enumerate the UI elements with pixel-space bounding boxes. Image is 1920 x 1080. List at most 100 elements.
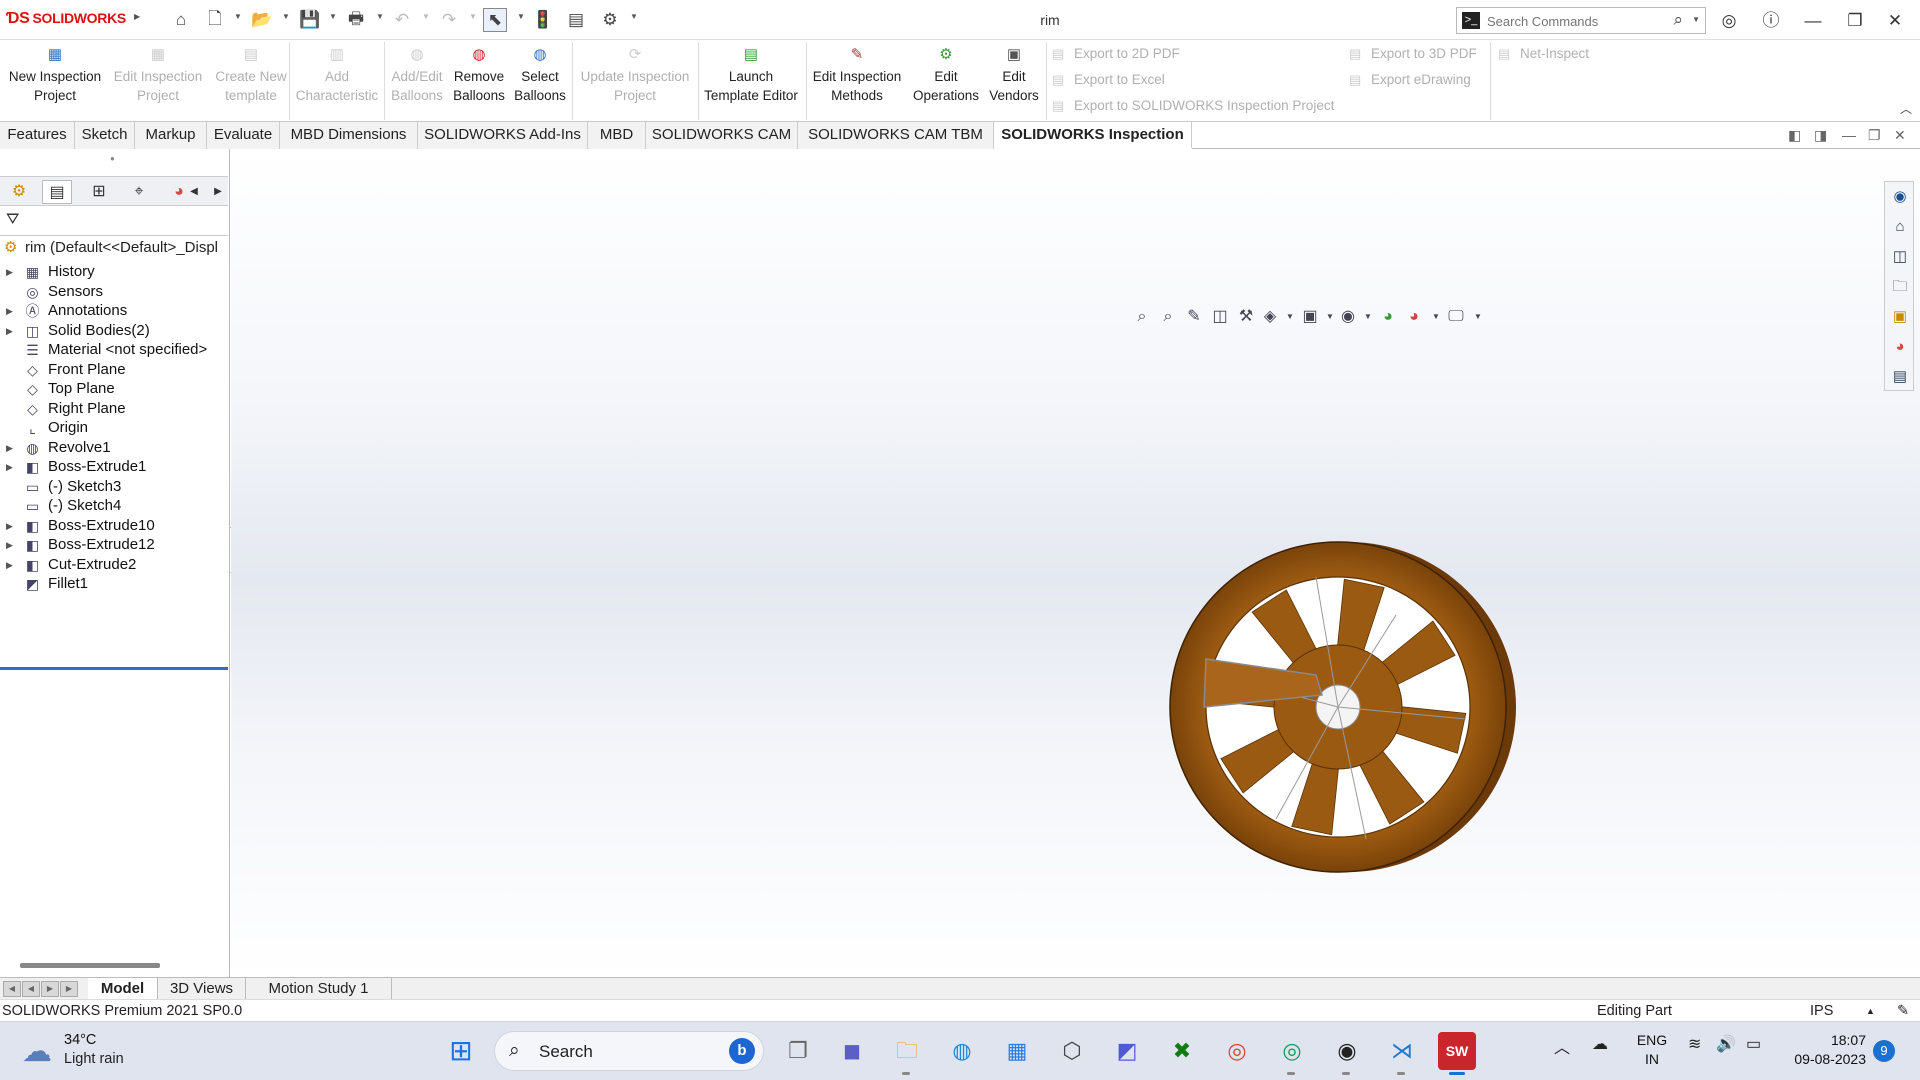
restore-icon[interactable]: ❐: [1842, 8, 1868, 34]
home-icon[interactable]: ⌂: [169, 8, 193, 32]
tab-solidworks-inspection[interactable]: SOLIDWORKS Inspection: [994, 122, 1192, 149]
clock[interactable]: 18:07 09-08-2023: [1786, 1031, 1866, 1069]
collapse-ribbon-icon[interactable]: ︿: [1900, 100, 1912, 117]
property-manager-tab-icon[interactable]: ▤: [42, 180, 72, 204]
edit-appearance-icon[interactable]: ◕: [1377, 305, 1399, 329]
select-balloons-button[interactable]: ◍ Select Balloons: [510, 44, 570, 118]
battery-icon[interactable]: ▭: [1746, 1034, 1761, 1054]
horizontal-scrollbar[interactable]: [20, 963, 160, 968]
doc-close-icon[interactable]: ✕: [1894, 127, 1906, 144]
update-inspection-project-button[interactable]: ⟳ Update Inspection Project: [574, 44, 696, 118]
chevron-down-icon[interactable]: ▼: [1425, 305, 1447, 329]
doc-restore-icon[interactable]: ❐: [1868, 127, 1881, 144]
search-commands-input[interactable]: [1487, 11, 1667, 31]
edit-operations-button[interactable]: ⚙ Edit Operations: [908, 44, 984, 118]
dynamic-annotation-icon[interactable]: ⚒: [1235, 305, 1257, 329]
home-icon[interactable]: ⌂: [1889, 216, 1911, 238]
last-tab-icon[interactable]: ▶: [60, 981, 78, 997]
minimize-icon[interactable]: —: [1800, 8, 1826, 34]
help-icon[interactable]: ⓘ: [1758, 8, 1784, 34]
chrome-icon[interactable]: ◎: [1218, 1032, 1256, 1070]
tab-markup[interactable]: Markup: [135, 122, 207, 149]
panel-handle-icon[interactable]: ●: [110, 154, 115, 163]
export-edrawing-button[interactable]: ▤ Export eDrawing: [1349, 69, 1471, 91]
vscode-icon[interactable]: ⋊: [1383, 1032, 1421, 1070]
edge-browser-icon[interactable]: ◍: [943, 1032, 981, 1070]
chevron-down-icon[interactable]: ▼: [282, 12, 290, 21]
hide-show-items-icon[interactable]: ◉: [1337, 305, 1359, 329]
next-tab-icon[interactable]: ▶: [41, 981, 59, 997]
open-folder-icon[interactable]: 📂: [250, 8, 274, 32]
notification-badge[interactable]: 9: [1873, 1040, 1895, 1062]
doc-minimize-icon[interactable]: —: [1842, 127, 1856, 143]
onedrive-icon[interactable]: ☁: [1592, 1034, 1608, 1054]
xbox-icon[interactable]: ✖: [1163, 1032, 1201, 1070]
tree-root-part[interactable]: ⚙ rim (Default<<Default>_Displ: [0, 236, 228, 260]
input-language[interactable]: ENG IN: [1636, 1031, 1668, 1069]
rebuild-icon[interactable]: 🚦: [531, 8, 555, 32]
dimxpert-manager-tab-icon[interactable]: ⌖: [124, 180, 154, 204]
tab-mbd[interactable]: MBD: [588, 122, 646, 149]
tab-features[interactable]: Features: [0, 122, 75, 149]
chevron-down-icon[interactable]: ▼: [422, 12, 430, 21]
new-inspection-project-button[interactable]: ▦ New Inspection Project: [4, 44, 106, 118]
solidworks-taskbar-icon[interactable]: SW: [1438, 1032, 1476, 1070]
add-edit-balloons-button[interactable]: ◍ Add/Edit Balloons: [386, 44, 448, 118]
scroll-right-icon[interactable]: ▶: [210, 180, 226, 204]
edit-inspection-project-button[interactable]: ▦ Edit Inspection Project: [108, 44, 208, 118]
appearances-scenes-icon[interactable]: ◕: [1889, 336, 1911, 358]
save-icon[interactable]: 💾: [298, 8, 322, 32]
chrome-profile-icon[interactable]: ◎: [1273, 1032, 1311, 1070]
tree-filter[interactable]: ⛛: [0, 206, 228, 236]
edit-vendors-button[interactable]: ▣ Edit Vendors: [986, 44, 1042, 118]
tab-3d-views[interactable]: 3D Views: [158, 978, 246, 1000]
chevron-down-icon[interactable]: ▼: [329, 12, 337, 21]
file-properties-icon[interactable]: ▤: [564, 8, 588, 32]
design-library-icon[interactable]: ◫: [1889, 246, 1911, 268]
custom-properties-icon[interactable]: ▤: [1889, 366, 1911, 388]
configuration-manager-tab-icon[interactable]: ⊞: [84, 180, 114, 204]
chevron-up-icon[interactable]: ▲: [1866, 1000, 1875, 1022]
options-gear-icon[interactable]: ⚙: [598, 8, 622, 32]
tab-solidworks-cam[interactable]: SOLIDWORKS CAM: [646, 122, 798, 149]
zoom-to-fit-icon[interactable]: ⌕: [1131, 305, 1153, 329]
chevron-down-icon[interactable]: ▼: [517, 12, 525, 21]
tab-mbd-dimensions[interactable]: MBD Dimensions: [280, 122, 418, 149]
undo-icon[interactable]: ↶: [390, 8, 414, 32]
search-commands-box[interactable]: >_ ⌕ ▼: [1456, 7, 1706, 34]
export-3d-pdf-button[interactable]: ▤ Export to 3D PDF: [1349, 43, 1477, 65]
microsoft-store-icon[interactable]: ▦: [998, 1032, 1036, 1070]
edit-inspection-methods-button[interactable]: ✎ Edit Inspection Methods: [808, 44, 906, 118]
chevron-down-icon[interactable]: ▼: [1692, 15, 1700, 24]
tab-sketch[interactable]: Sketch: [75, 122, 135, 149]
wifi-icon[interactable]: ≋: [1688, 1034, 1701, 1054]
view-orientation-icon[interactable]: ◈: [1259, 305, 1281, 329]
launch-template-editor-button[interactable]: ▤ Launch Template Editor: [700, 44, 802, 118]
windows-start-icon[interactable]: ⊞: [442, 1032, 480, 1070]
tree-item[interactable]: ◩ Fillet1: [0, 572, 228, 596]
mathcad-icon[interactable]: ◩: [1108, 1032, 1146, 1070]
tab-solidworks-cam-tbm[interactable]: SOLIDWORKS CAM TBM: [798, 122, 994, 149]
chevron-down-icon[interactable]: ▼: [1467, 305, 1489, 329]
graphics-area[interactable]: ⌕ ⌕ ✎ ◫ ⚒ ◈ ▼ ▣ ▼ ◉ ▼ ◕ ◕ ▼ 🖵 ▼: [231, 149, 1920, 1080]
create-new-template-button[interactable]: ▤ Create New template: [208, 44, 294, 118]
previous-view-icon[interactable]: ✎: [1183, 305, 1205, 329]
export-sw-inspection-project-button[interactable]: ▤ Export to SOLIDWORKS Inspection Project: [1052, 95, 1334, 117]
view-settings-icon[interactable]: 🖵: [1445, 305, 1467, 329]
chevron-down-icon[interactable]: ▼: [1279, 305, 1301, 329]
volume-icon[interactable]: 🔊: [1716, 1034, 1736, 1054]
taskbar-search[interactable]: ⌕ Search b: [494, 1031, 764, 1071]
customize-status-icon[interactable]: ✎: [1897, 1000, 1909, 1022]
bing-icon[interactable]: b: [729, 1038, 755, 1064]
chevron-down-icon[interactable]: ▼: [376, 12, 384, 21]
obs-recorder-icon[interactable]: ◉: [1328, 1032, 1366, 1070]
first-tab-icon[interactable]: ◀: [3, 981, 21, 997]
weather-widget[interactable]: ☁ 34°C Light rain: [22, 1030, 152, 1074]
filter-icon[interactable]: ⛛: [6, 211, 19, 229]
file-explorer-icon[interactable]: 🗀: [888, 1032, 926, 1070]
task-view-icon[interactable]: ❐: [779, 1032, 817, 1070]
display-style-icon[interactable]: ▣: [1299, 305, 1321, 329]
tab-solidworks-add-ins[interactable]: SOLIDWORKS Add-Ins: [418, 122, 588, 149]
zoom-to-area-icon[interactable]: ⌕: [1157, 305, 1179, 329]
net-inspect-button[interactable]: ▤ Net-Inspect: [1498, 43, 1589, 65]
